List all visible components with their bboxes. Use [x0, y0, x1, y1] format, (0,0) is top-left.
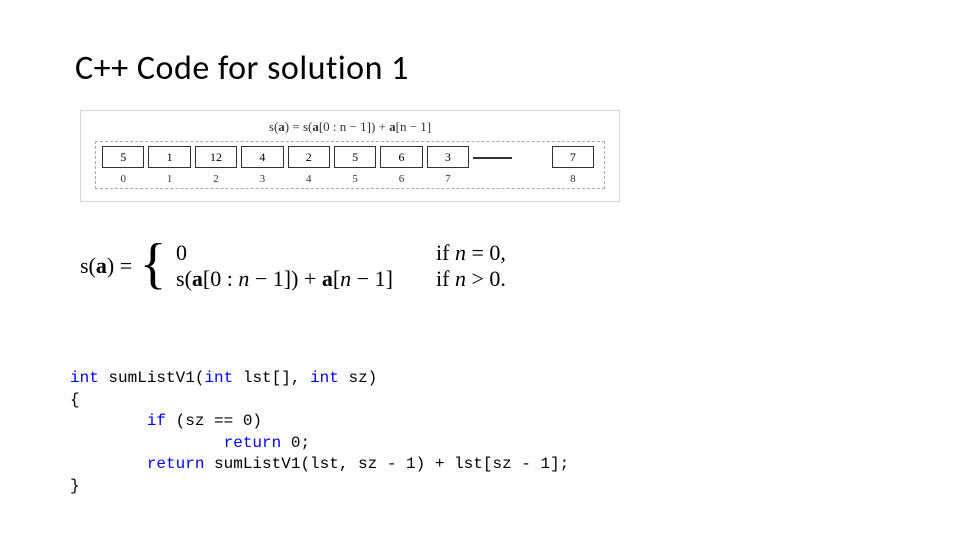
- array-index: 5: [335, 173, 375, 185]
- code-text: }: [70, 477, 80, 495]
- case2-value: s(a[0 : n − 1]) + a[n − 1]: [176, 266, 436, 292]
- code-text: (sz == 0): [166, 412, 262, 430]
- array-index: 3: [242, 173, 282, 185]
- diagram-formula: s(a) = s(a[0 : n − 1]) + a[n − 1]: [95, 119, 605, 135]
- array-cell: 55: [334, 146, 376, 168]
- array-index: 1: [149, 173, 189, 185]
- code-text: sumListV1(: [99, 369, 205, 387]
- array-cell: 43: [241, 146, 283, 168]
- array-cell: 50: [102, 146, 144, 168]
- array-index: 0: [103, 173, 143, 185]
- array-index: 8: [553, 173, 593, 185]
- array-cell: 24: [288, 146, 330, 168]
- array-gap-line: [473, 157, 512, 159]
- case2-cond: if n > 0.: [436, 266, 506, 292]
- piecewise-formula: s(a) = { 0 if n = 0, s(a[0 : n − 1]) + a…: [80, 240, 506, 292]
- array-index: 4: [289, 173, 329, 185]
- code-text: sumListV1(lst, sz - 1) + lst[sz - 1];: [204, 455, 569, 473]
- array-strip: 5011122432455663778: [95, 141, 605, 189]
- page-title: C++ Code for solution 1: [75, 48, 409, 89]
- array-cell: 122: [195, 146, 237, 168]
- brace-icon: {: [140, 240, 167, 288]
- array-cell: 11: [148, 146, 190, 168]
- array-index: 2: [196, 173, 236, 185]
- kw-if: if: [70, 412, 166, 430]
- kw-int: int: [310, 369, 339, 387]
- case1-cond: if n = 0,: [436, 240, 506, 266]
- array-cell: 78: [552, 146, 594, 168]
- array-cell: 66: [380, 146, 422, 168]
- code-text: {: [70, 391, 80, 409]
- code-block: int sumListV1(int lst[], int sz) { if (s…: [70, 368, 569, 498]
- array-cells: 50111224324556637 78: [102, 146, 598, 168]
- code-text: lst[],: [233, 369, 310, 387]
- code-text: 0;: [281, 434, 310, 452]
- array-cell: 37: [427, 146, 469, 168]
- array-index: 6: [381, 173, 421, 185]
- kw-return: return: [70, 455, 204, 473]
- kw-return: return: [70, 434, 281, 452]
- diagram-container: s(a) = s(a[0 : n − 1]) + a[n − 1] 501112…: [80, 110, 620, 202]
- formula-lhs: s(a) =: [80, 253, 132, 279]
- case1-value: 0: [176, 240, 436, 266]
- kw-int: int: [204, 369, 233, 387]
- array-index: 7: [428, 173, 468, 185]
- kw-int: int: [70, 369, 99, 387]
- code-text: sz): [339, 369, 377, 387]
